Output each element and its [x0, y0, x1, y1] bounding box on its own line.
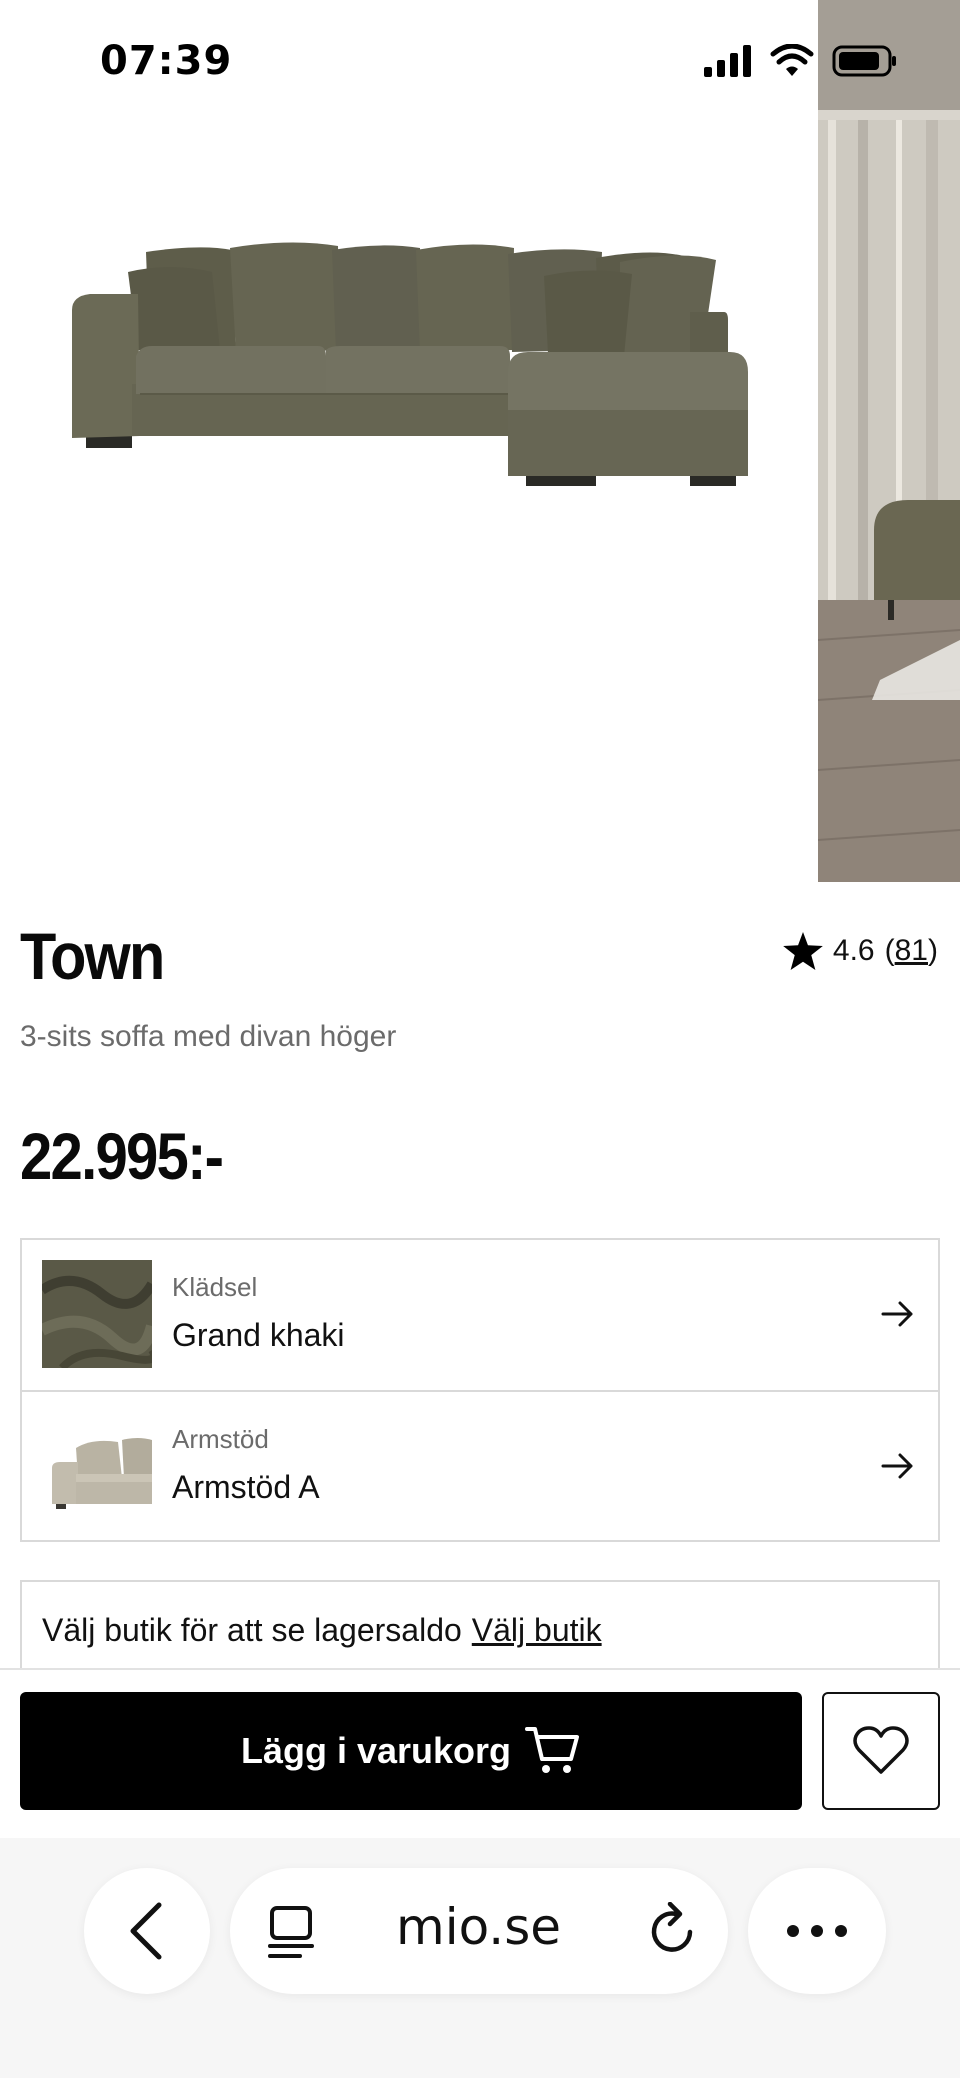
product-image-main[interactable]	[0, 0, 818, 882]
product-subtitle: 3-sits soffa med divan höger	[20, 1020, 397, 1053]
browser-back-button[interactable]	[84, 1868, 210, 1994]
status-time: 07:39	[100, 38, 233, 84]
room-image	[818, 0, 960, 882]
reader-icon[interactable]	[266, 1904, 318, 1960]
browser-toolbar: mio.se	[0, 1838, 960, 2078]
battery-icon	[832, 45, 896, 77]
rating-paren-open: (	[884, 934, 895, 967]
select-store-link[interactable]: Välj butik	[472, 1612, 602, 1648]
cart-icon	[525, 1727, 580, 1773]
wifi-icon	[770, 44, 814, 76]
product-title: Town	[20, 919, 165, 993]
product-gallery[interactable]	[0, 0, 960, 882]
add-to-cart-label: Lägg i varukorg	[240, 1730, 512, 1771]
fabric-swatch	[42, 1260, 152, 1368]
rating-count-wrap[interactable]: (81)	[885, 934, 938, 968]
option-value: Grand khaki	[172, 1317, 345, 1353]
rating-value: 4.6	[832, 934, 875, 967]
armrest-thumbnail	[42, 1412, 152, 1520]
option-value: Armstöd A	[172, 1469, 320, 1505]
more-button[interactable]	[748, 1868, 886, 1994]
option-upholstery[interactable]: Klädsel Grand khaki	[22, 1240, 938, 1390]
reload-icon[interactable]	[646, 1902, 700, 1960]
status-icons	[704, 44, 898, 78]
wishlist-button[interactable]	[822, 1692, 940, 1810]
option-label: Armstöd	[172, 1424, 269, 1454]
back-icon	[130, 1902, 162, 1960]
address-bar[interactable]: mio.se	[230, 1868, 728, 1994]
status-bar: 07:39	[0, 0, 960, 120]
sofa-image	[72, 242, 748, 486]
rating-paren-close: )	[928, 934, 938, 967]
star-icon	[783, 932, 823, 970]
more-icon	[787, 1925, 847, 1937]
signal-icon	[704, 45, 751, 77]
arrow-right-icon[interactable]	[880, 1448, 916, 1484]
heart-icon	[853, 1726, 909, 1774]
url-text: mio.se	[396, 1898, 562, 1956]
product-image-next[interactable]	[818, 0, 960, 882]
store-prompt: Välj butik för att se lagersaldo	[42, 1612, 462, 1648]
option-label: Klädsel	[172, 1272, 258, 1302]
arrow-right-icon[interactable]	[880, 1296, 916, 1332]
option-armrest[interactable]: Armstöd Armstöd A	[22, 1390, 938, 1540]
product-rating[interactable]: 4.6 (81)	[783, 932, 938, 970]
action-bar: Lägg i varukorg	[0, 1668, 960, 1838]
product-options: Klädsel Grand khaki Armstöd Armstöd A	[20, 1238, 940, 1542]
product-price: 22.995:-	[20, 1119, 224, 1193]
add-to-cart-button[interactable]: Lägg i varukorg	[20, 1692, 802, 1810]
rating-count-link[interactable]: 81	[895, 934, 928, 967]
